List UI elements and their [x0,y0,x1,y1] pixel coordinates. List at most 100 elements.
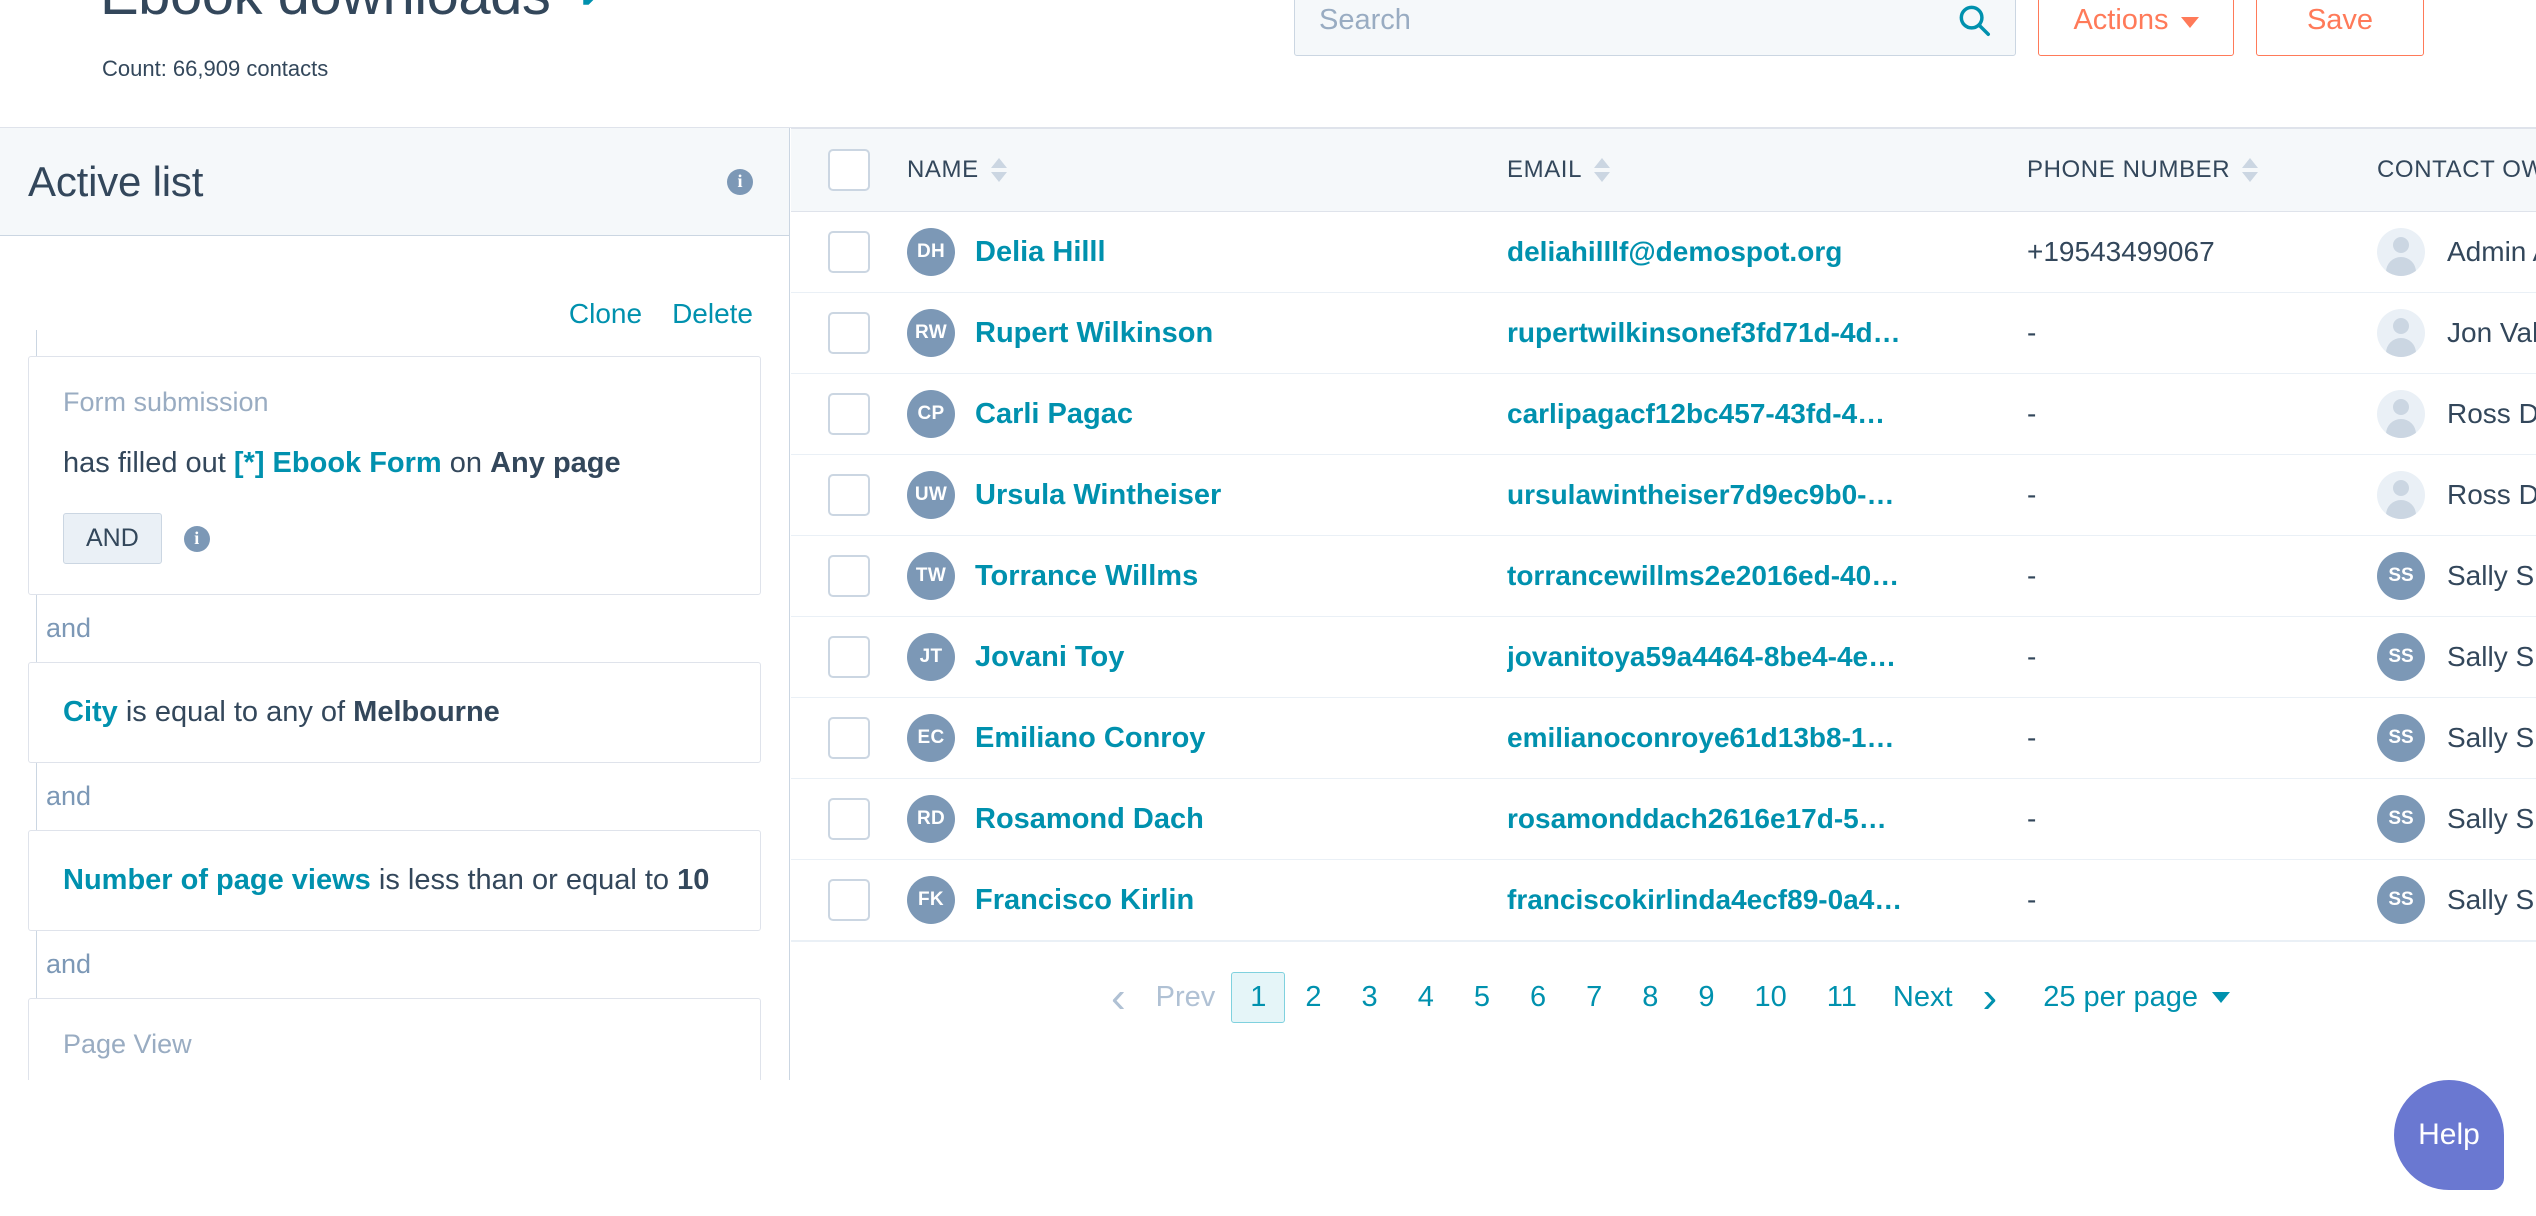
filter-card[interactable]: Form submission has filled out [*] Ebook… [28,356,761,596]
row-checkbox[interactable] [828,798,870,840]
and-toggle-button[interactable]: AND [63,513,162,565]
search-input[interactable] [1295,0,1935,55]
page-number-button[interactable]: 9 [1678,973,1734,1022]
filter-card[interactable]: City is equal to any of Melbourne [28,662,761,764]
contact-email-link[interactable]: franciscokirlinda4ecf89-0a4… [1507,884,1977,916]
contact-name-link[interactable]: Carli Pagac [975,398,1133,431]
contact-email-link[interactable]: emilianoconroye61d13b8-1… [1507,722,1977,754]
column-header-name[interactable]: NAME [907,156,1507,184]
table-row[interactable]: DH Delia Hilll deliahilllf@demospot.org +19… [791,212,2536,293]
page-number-button[interactable]: 2 [1285,973,1341,1022]
actions-button-label: Actions [2073,3,2169,36]
page-number-button[interactable]: 11 [1807,973,1877,1022]
contact-email-link[interactable]: carlipagacf12bc457-43fd-4… [1507,398,1977,430]
chevron-down-icon [2212,992,2231,1003]
contact-email-link[interactable]: jovanitoya59a4464-8be4-4e… [1507,641,1977,673]
row-checkbox[interactable] [828,555,870,597]
contact-email-link[interactable]: rosamonddach2616e17d-5… [1507,803,1977,835]
prev-chevron-icon[interactable]: ‹ [1097,975,1140,1020]
filter-card[interactable]: Number of page views is less than or equ… [28,830,761,932]
select-all-checkbox[interactable] [828,149,870,191]
contact-email-link[interactable]: ursulawintheiser7d9ec9b0-… [1507,479,1977,511]
filter-property-link[interactable]: City [63,696,118,728]
owner-avatar: SS [2377,795,2425,843]
list-type-title: Active list [28,157,204,205]
row-checkbox[interactable] [828,393,870,435]
row-checkbox[interactable] [828,231,870,273]
table-row[interactable]: FK Francisco Kirlin franciscokirlinda4ecf8… [791,860,2536,941]
search-box[interactable] [1294,0,2016,56]
sort-icon[interactable] [2242,158,2259,182]
delete-link[interactable]: Delete [672,298,753,330]
contact-name-link[interactable]: Rupert Wilkinson [975,317,1213,350]
per-page-label: 25 per page [2043,981,2199,1013]
sort-icon[interactable] [990,158,1007,182]
contact-name-link[interactable]: Delia Hilll [975,236,1106,269]
sort-icon[interactable] [1594,158,1611,182]
page-number-button[interactable]: 8 [1622,973,1678,1022]
table-row[interactable]: UW Ursula Wintheiser ursulawintheiser7d9ec… [791,455,2536,536]
filter-connector-label: and [28,595,761,663]
contact-name-link[interactable]: Jovani Toy [975,641,1124,674]
pencil-icon[interactable] [579,0,613,9]
contact-owner-name: Sally Sm [2447,560,2536,591]
table-row[interactable]: RD Rosamond Dach rosamonddach2616e17d-5… - S… [791,779,2536,860]
row-checkbox[interactable] [828,717,870,759]
table-row[interactable]: EC Emiliano Conroy emilianoconroye61d13b8-… [791,698,2536,779]
column-header-owner[interactable]: CONTACT OW [2377,156,2536,184]
filter-expression: has filled out [*] Ebook Form on Any pag… [63,444,726,483]
contact-phone-cell: - [2027,398,2037,429]
filter-value[interactable]: 10 [677,864,709,896]
page-number-button[interactable]: 10 [1735,973,1807,1022]
page-number-button[interactable]: 5 [1454,973,1510,1022]
prev-page-button[interactable]: Prev [1140,981,1232,1014]
page-number-button[interactable]: 6 [1510,973,1566,1022]
contact-email-link[interactable]: deliahilllf@demospot.org [1507,236,1977,268]
row-checkbox[interactable] [828,879,870,921]
info-icon[interactable]: i [183,525,210,552]
column-header-email[interactable]: EMAIL [1507,156,2027,184]
help-button[interactable]: Help [2394,1080,2504,1190]
save-button[interactable]: Save [2256,0,2424,56]
contact-email-link[interactable]: rupertwilkinsonef3fd71d-4d… [1507,317,1977,349]
avatar: EC [907,714,955,762]
table-row[interactable]: CP Carli Pagac carlipagacf12bc457-43fd-4… -… [791,374,2536,455]
contact-owner-cell: SS Sally Sm [2377,714,2536,762]
search-icon[interactable] [1955,1,1993,39]
clone-link[interactable]: Clone [569,298,642,330]
column-header-phone[interactable]: PHONE NUMBER [2027,156,2377,184]
contact-name-link[interactable]: Francisco Kirlin [975,884,1194,917]
table-row[interactable]: TW Torrance Willms torrancewillms2e2016ed-… [791,536,2536,617]
filter-property-link[interactable]: Number of page views [63,864,371,896]
page-number-button[interactable]: 4 [1398,973,1454,1022]
page-number-button[interactable]: 7 [1566,973,1622,1022]
filter-property-link[interactable]: [*] Ebook Form [234,447,442,479]
top-bar: Ebook downloads Count: 66,909 contacts A… [0,0,2536,128]
avatar: JT [907,633,955,681]
contact-name-link[interactable]: Emiliano Conroy [975,722,1205,755]
row-checkbox[interactable] [828,312,870,354]
actions-button[interactable]: Actions [2038,0,2234,56]
info-icon[interactable]: i [727,168,753,195]
next-chevron-icon[interactable]: › [1969,975,2012,1020]
row-checkbox[interactable] [828,474,870,516]
avatar: DH [907,228,955,276]
filter-category-label: Page View [63,1029,192,1060]
filter-card[interactable]: Page View [28,998,761,1080]
contact-name-link[interactable]: Torrance Willms [975,560,1198,593]
row-checkbox[interactable] [828,636,870,678]
page-number-list: 1 2 3 4 5 6 7 8 9 10 11 [1231,972,1877,1023]
person-icon [2377,471,2425,519]
per-page-selector[interactable]: 25 per page [2043,981,2231,1014]
filter-value[interactable]: Any page [490,447,621,479]
contact-name-link[interactable]: Ursula Wintheiser [975,479,1221,512]
filter-value[interactable]: Melbourne [353,696,500,728]
next-page-button[interactable]: Next [1877,981,1969,1014]
table-row[interactable]: RW Rupert Wilkinson rupertwilkinsonef3fd71… [791,293,2536,374]
table-row[interactable]: JT Jovani Toy jovanitoya59a4464-8be4-4e… - S… [791,617,2536,698]
page-number-button[interactable]: 1 [1231,972,1286,1023]
contact-owner-cell: SS Sally Sm [2377,795,2536,843]
page-number-button[interactable]: 3 [1342,973,1398,1022]
contact-email-link[interactable]: torrancewillms2e2016ed-40… [1507,560,1977,592]
contact-name-link[interactable]: Rosamond Dach [975,803,1204,836]
